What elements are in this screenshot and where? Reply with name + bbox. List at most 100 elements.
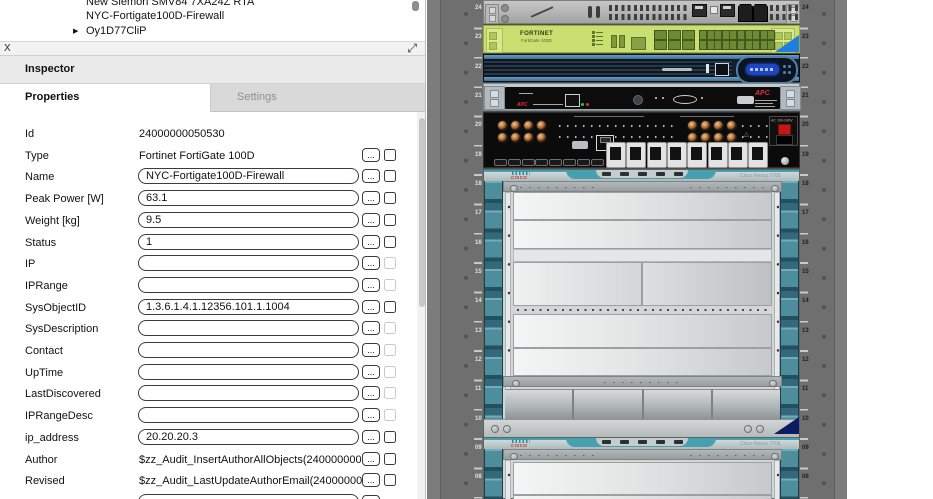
field-row-IPRangeDesc: IPRangeDesc... xyxy=(0,405,426,427)
field-input[interactable] xyxy=(138,320,359,336)
unit-number: 13 xyxy=(475,327,482,335)
rack-canvas[interactable]: FORTINET FortiGate 100D xyxy=(426,0,933,499)
field-input[interactable] xyxy=(138,364,359,380)
field-input[interactable] xyxy=(138,190,359,206)
ellipsis-button[interactable]: ... xyxy=(362,235,380,249)
unit-number: 08 xyxy=(475,473,482,481)
unit-number: 17 xyxy=(475,209,482,217)
tree-scrollbar-thumb[interactable] xyxy=(412,1,419,11)
tree-item[interactable]: NYC-Fortigate100D-Firewall xyxy=(0,9,426,24)
tree-item[interactable]: ▶Oy1D77CliP xyxy=(0,24,426,39)
field-input[interactable] xyxy=(138,407,359,423)
inspector-header: Inspector xyxy=(0,56,426,84)
field-value: $zz_Audit_LastUpdateAuthorEmail(24000000… xyxy=(139,470,362,492)
close-icon[interactable]: X xyxy=(4,42,11,55)
field-checkbox[interactable] xyxy=(384,192,396,204)
field-input[interactable] xyxy=(138,168,359,184)
ethernet-port xyxy=(715,63,729,76)
field-checkbox[interactable] xyxy=(384,214,396,226)
field-checkbox xyxy=(384,257,396,269)
expand-arrow-icon[interactable]: ▶ xyxy=(73,24,78,39)
unit-number: 14 xyxy=(475,297,482,305)
rack[interactable]: FORTINET FortiGate 100D xyxy=(427,0,847,499)
ellipsis-button[interactable]: ... xyxy=(362,430,380,444)
device-apc[interactable]: APC APC xyxy=(483,83,800,111)
ellipsis-button[interactable]: ... xyxy=(362,169,380,183)
field-input[interactable] xyxy=(138,429,359,445)
blank-line-card xyxy=(513,192,772,220)
device-av-matrix[interactable]: △ AC 100-240V xyxy=(483,112,800,168)
field-label: Weight [kg] xyxy=(25,210,80,232)
ellipsis-button[interactable]: ... xyxy=(362,386,380,400)
ellipsis-button[interactable]: ... xyxy=(362,148,380,162)
unit-number: 15 xyxy=(802,268,809,276)
expand-icon[interactable]: ⤢ xyxy=(407,41,417,55)
hdmi-port xyxy=(591,159,604,166)
card-cage-rail xyxy=(505,460,511,499)
hdmi-port xyxy=(522,159,535,166)
field-checkbox[interactable] xyxy=(384,301,396,313)
field-checkbox[interactable] xyxy=(384,170,396,182)
field-input[interactable] xyxy=(138,494,359,499)
keystone-jack xyxy=(687,142,707,168)
field-input[interactable] xyxy=(138,234,359,250)
device-fortigate-100d-selected[interactable]: FORTINET FortiGate 100D xyxy=(483,25,800,53)
device-tree: New Siemon SMV84 7XA24Z RTANYC-Fortigate… xyxy=(0,0,426,41)
ellipsis-button[interactable]: ... xyxy=(362,256,380,270)
device-cisco-nexus-7706-1[interactable]: CISCO Cisco Nexus 7706 xyxy=(483,169,800,435)
field-input[interactable] xyxy=(138,299,359,315)
hdmi-port xyxy=(549,159,562,166)
serial-port xyxy=(737,96,754,104)
fortinet-logo: FORTINET xyxy=(520,31,553,37)
ellipsis-button[interactable]: ... xyxy=(362,300,380,314)
form-scrollbar-thumb[interactable] xyxy=(419,118,425,307)
cisco-logo: CISCO xyxy=(508,171,534,180)
ellipsis-button[interactable]: ... xyxy=(362,278,380,292)
field-input[interactable] xyxy=(138,385,359,401)
unit-number: 22 xyxy=(802,63,809,71)
fan-column xyxy=(484,449,503,499)
field-label: Id xyxy=(25,123,34,145)
psu-module xyxy=(644,389,713,419)
tab-properties[interactable]: Properties xyxy=(0,84,211,112)
unit-number: 17 xyxy=(802,209,809,217)
c14-inlet xyxy=(776,135,793,145)
fortigate-model-label: FortiGate 100D xyxy=(521,38,552,43)
ellipsis-button[interactable]: ... xyxy=(362,213,380,227)
field-input[interactable] xyxy=(138,342,359,358)
psu-row xyxy=(505,389,780,419)
field-checkbox[interactable] xyxy=(384,149,396,161)
panel-splitter[interactable]: X ⤢ xyxy=(0,41,426,56)
field-checkbox[interactable] xyxy=(384,236,396,248)
tab-settings[interactable]: Settings xyxy=(211,84,426,112)
tab-settings-label: Settings xyxy=(237,91,277,103)
field-checkbox[interactable] xyxy=(384,453,396,465)
blank-strip xyxy=(513,249,772,262)
fan-column xyxy=(484,181,503,419)
ellipsis-button[interactable]: ... xyxy=(362,365,380,379)
unit-number: 21 xyxy=(475,92,482,100)
rack-holes-left xyxy=(461,0,471,499)
unit-number: 16 xyxy=(802,239,809,247)
unit-number: 10 xyxy=(475,415,482,423)
field-input[interactable] xyxy=(138,277,359,293)
ellipsis-button[interactable]: ... xyxy=(362,408,380,422)
shelf-bracket xyxy=(780,86,801,110)
field-checkbox[interactable] xyxy=(384,474,396,486)
field-checkbox[interactable] xyxy=(384,431,396,443)
rack-equipment-column: FORTINET FortiGate 100D xyxy=(483,0,800,499)
ellipsis-button[interactable]: ... xyxy=(362,343,380,357)
ellipsis-button[interactable]: ... xyxy=(362,452,380,466)
ellipsis-button[interactable]: ... xyxy=(362,473,380,487)
vent-dots xyxy=(513,306,772,314)
device-siemon-panel[interactable] xyxy=(483,0,800,24)
field-input[interactable] xyxy=(138,255,359,271)
ellipsis-button[interactable]: ... xyxy=(362,495,380,499)
device-cisco-nexus-7706-2[interactable]: CISCO Cisco Nexus 7706 xyxy=(483,437,800,499)
ellipsis-button[interactable]: ... xyxy=(362,191,380,205)
field-row-Peak Power [W]: Peak Power [W]... xyxy=(0,188,426,210)
ellipsis-button[interactable]: ... xyxy=(362,321,380,335)
device-array-appliance[interactable] xyxy=(483,54,800,82)
field-label: Type xyxy=(25,145,49,167)
field-input[interactable] xyxy=(138,212,359,228)
